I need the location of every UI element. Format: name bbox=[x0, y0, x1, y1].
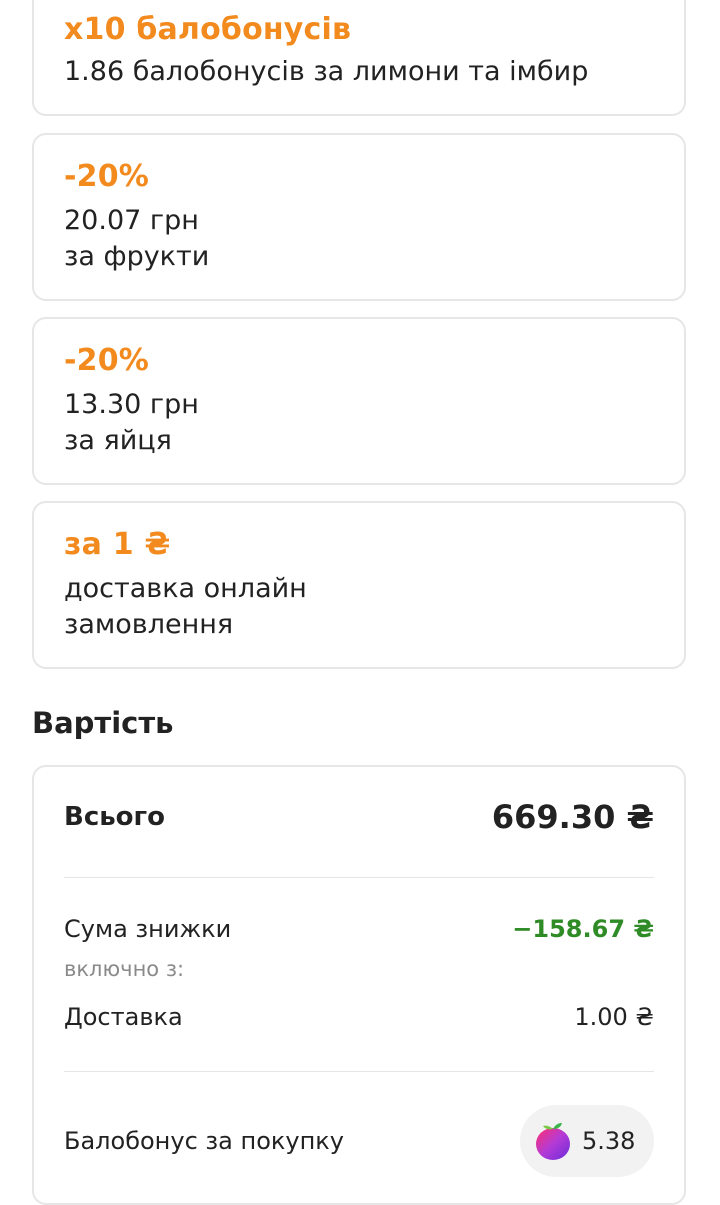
promo-title: x10 балобонусів bbox=[64, 12, 352, 47]
bonus-badge: 5.38 bbox=[520, 1105, 654, 1177]
divider bbox=[64, 877, 654, 878]
promo-description: доставка онлайн bbox=[64, 573, 307, 604]
promo-card-delivery: за 1 ₴ доставка онлайн замовлення bbox=[32, 501, 686, 669]
bonus-label: Балобонус за покупку bbox=[64, 1127, 344, 1155]
promo-amount: 13.30 грн bbox=[64, 389, 199, 420]
delivery-value: 1.00 ₴ bbox=[574, 1003, 654, 1031]
promo-title: -20% bbox=[64, 159, 150, 194]
divider bbox=[64, 1071, 654, 1072]
bonus-value: 5.38 bbox=[582, 1127, 636, 1155]
delivery-label: Доставка bbox=[64, 1003, 183, 1031]
promo-description-cont: замовлення bbox=[64, 609, 234, 640]
promo-card-eggs: -20% 13.30 грн за яйця bbox=[32, 317, 686, 485]
promo-title: -20% bbox=[64, 343, 150, 378]
fruit-plum-icon bbox=[534, 1121, 572, 1161]
total-label: Всього bbox=[64, 802, 165, 832]
cost-summary-card: Всього 669.30 ₴ Сума знижки −158.67 ₴ вк… bbox=[32, 765, 686, 1205]
promo-title: за 1 ₴ bbox=[64, 527, 171, 562]
promo-card-fruits: -20% 20.07 грн за фрукти bbox=[32, 133, 686, 301]
discount-label: Сума знижки bbox=[64, 915, 232, 943]
cost-section-title: Вартість bbox=[32, 706, 174, 740]
total-value: 669.30 ₴ bbox=[491, 798, 654, 836]
promo-description: за фрукти bbox=[64, 241, 210, 272]
promo-description: 1.86 балобонусів за лимони та імбир bbox=[64, 56, 589, 87]
discount-value: −158.67 ₴ bbox=[512, 915, 654, 943]
including-label: включно з: bbox=[64, 957, 185, 981]
promo-card-balobonus: x10 балобонусів 1.86 балобонусів за лимо… bbox=[32, 0, 686, 116]
promo-amount: 20.07 грн bbox=[64, 205, 199, 236]
promo-description: за яйця bbox=[64, 425, 172, 456]
